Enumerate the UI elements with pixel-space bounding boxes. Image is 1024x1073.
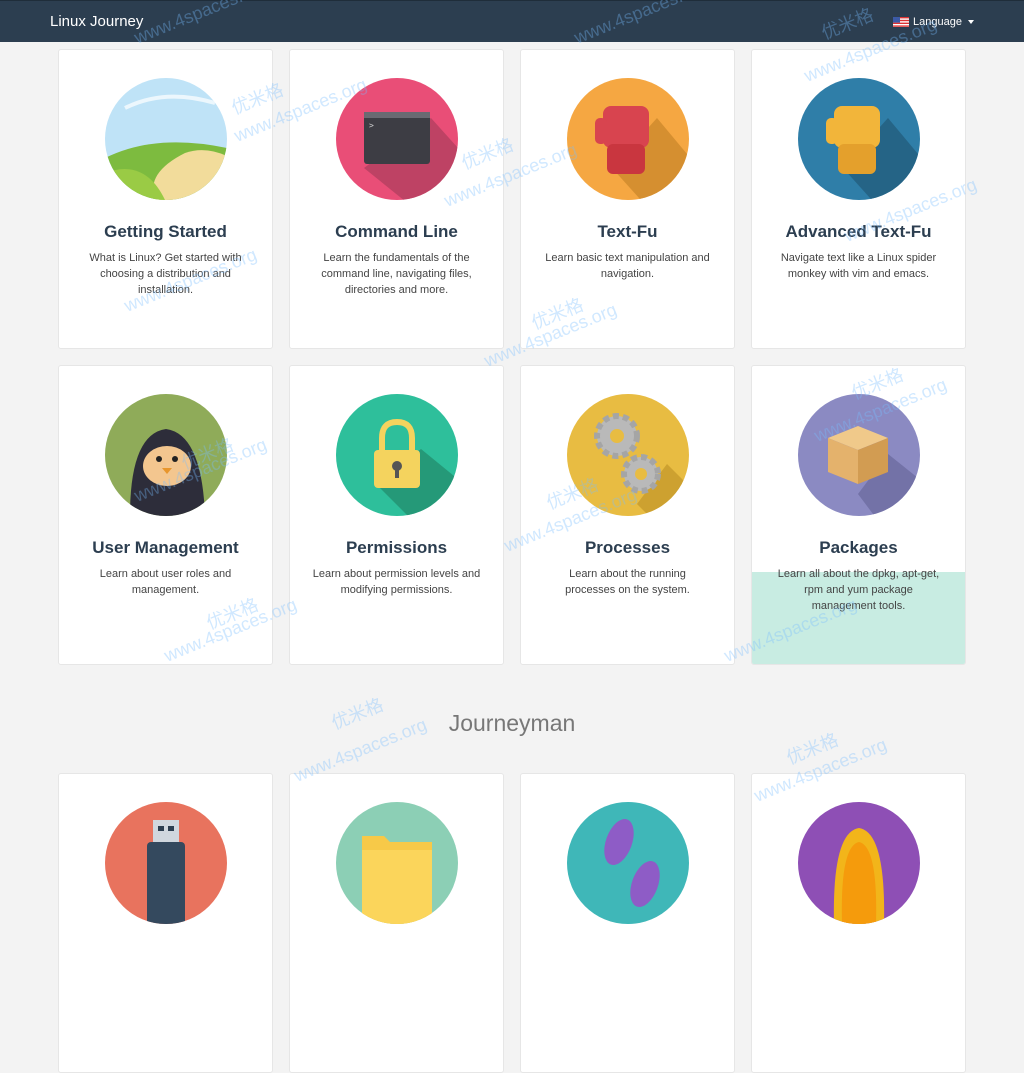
top-navbar: Linux Journey Language — [0, 0, 1024, 42]
card-getting-started[interactable]: Getting Started What is Linux? Get start… — [58, 49, 273, 349]
section-heading-journeyman: Journeyman — [448, 710, 576, 736]
card-command-line[interactable]: > Command Line Learn the fundamentals of… — [289, 49, 504, 349]
red-fist-icon — [567, 78, 689, 200]
card-title: User Management — [92, 538, 239, 557]
caret-down-icon — [967, 20, 974, 24]
terminal-icon: > — [336, 78, 458, 200]
card-description: What is Linux? Get started with choosing… — [89, 252, 242, 296]
penguin-icon — [105, 394, 227, 516]
card-journeyman-1[interactable] — [58, 773, 273, 1073]
card-description: Learn all about the dpkg, apt-get, rpm a… — [777, 568, 940, 612]
card-description: Learn about user roles and management. — [99, 568, 232, 596]
card-processes[interactable]: Processes Learn about the running proces… — [520, 365, 735, 665]
card-description: Learn basic text manipulation and naviga… — [545, 252, 710, 280]
tux-icon — [798, 802, 920, 924]
brand-link[interactable]: Linux Journey — [50, 13, 143, 30]
card-description: Learn about the running processes on the… — [565, 568, 690, 596]
card-permissions[interactable]: Permissions Learn about permission level… — [289, 365, 504, 665]
language-label: Language — [913, 16, 962, 28]
card-title: Permissions — [345, 538, 448, 557]
language-dropdown[interactable]: Language — [893, 15, 974, 29]
padlock-icon — [336, 394, 458, 516]
gears-icon — [567, 394, 689, 516]
yellow-fist-icon — [798, 78, 920, 200]
card-packages[interactable]: Packages Learn all about the dpkg, apt-g… — [751, 365, 966, 665]
card-journeyman-2[interactable] — [289, 773, 504, 1073]
card-advanced-text-fu[interactable]: Advanced Text-Fu Navigate text like a Li… — [751, 49, 966, 349]
card-title: Processes — [584, 538, 671, 557]
footprints-icon — [567, 802, 689, 924]
card-text-fu[interactable]: Text-Fu Learn basic text manipulation an… — [520, 49, 735, 349]
landscape-icon — [105, 78, 227, 200]
card-description: Learn the fundamentals of the command li… — [321, 252, 472, 296]
card-description: Navigate text like a Linux spider monkey… — [780, 252, 937, 280]
package-box-icon — [798, 394, 920, 516]
us-flag-icon — [893, 17, 909, 27]
card-description: Learn about permission levels and modify… — [312, 568, 481, 596]
card-title: Text-Fu — [597, 222, 658, 241]
card-journeyman-3[interactable] — [520, 773, 735, 1073]
card-user-management[interactable]: User Management Learn about user roles a… — [58, 365, 273, 665]
card-title: Getting Started — [104, 222, 227, 241]
card-title: Advanced Text-Fu — [785, 222, 932, 241]
usb-drive-icon — [105, 802, 227, 924]
svg-text:>: > — [369, 121, 374, 130]
card-title: Command Line — [335, 222, 458, 241]
card-journeyman-4[interactable] — [751, 773, 966, 1073]
card-title: Packages — [819, 538, 898, 557]
folder-icon — [336, 802, 458, 924]
